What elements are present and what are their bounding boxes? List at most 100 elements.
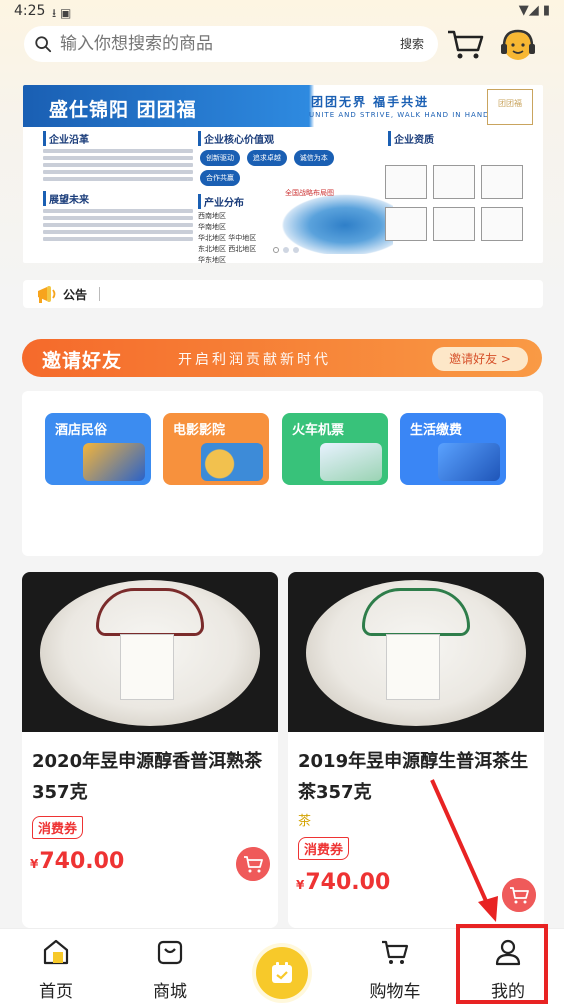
- nav-cart-label: 购物车: [369, 982, 421, 1002]
- invite-subtitle: 开启利润贡献新时代: [178, 352, 331, 368]
- airplane-icon: [320, 443, 382, 481]
- nav-mine-label: 我的: [491, 982, 525, 1002]
- coupon-badge: 消费券: [298, 837, 350, 860]
- value-chip: 合作共赢: [200, 170, 240, 186]
- nav-mall-label: 商城: [153, 982, 187, 1002]
- search-button[interactable]: 搜索: [400, 35, 424, 52]
- product-title: 2020年昱申源醇香普洱熟茶357克: [32, 751, 263, 803]
- notice-divider: [99, 287, 101, 301]
- certificate-image: [385, 165, 427, 199]
- banner-dot: [293, 247, 299, 253]
- certificate-image: [385, 207, 427, 241]
- banner-map-label: 全国战略布局图: [285, 189, 334, 197]
- certificate-images: [385, 165, 535, 255]
- banner-future-title: 展望未来: [43, 191, 193, 206]
- nav-mall[interactable]: 商城: [130, 937, 210, 1002]
- status-time: 4:25: [14, 3, 46, 19]
- price-value: 740.00: [39, 849, 125, 874]
- region-label: 华东地区: [198, 256, 226, 263]
- service-train-flight[interactable]: 火车机票: [282, 413, 388, 485]
- calendar-check-icon: [272, 962, 292, 983]
- shopping-bag-icon: [157, 940, 183, 965]
- currency-symbol: ¥: [30, 857, 39, 871]
- product-card[interactable]: 2019年昱申源醇生普洱茶生茶357克 茶 消费券 ¥740.00: [288, 572, 544, 928]
- coupon-badge: 消费券: [32, 816, 84, 839]
- banner-history-column: 企业沿革 展望未来: [43, 131, 193, 244]
- invite-friends-banner[interactable]: 邀请好友 开启利润贡献新时代 邀请好友 >: [22, 339, 542, 377]
- nav-mine[interactable]: 我的: [468, 937, 548, 1002]
- certificate-image: [481, 207, 523, 241]
- banner-dot: [273, 247, 279, 253]
- status-bar: 4:25 ⭳ ▣ ▼◢ ▮: [0, 0, 564, 24]
- service-hotel[interactable]: 酒店民俗: [45, 413, 151, 485]
- search-box[interactable]: 搜索: [24, 26, 438, 62]
- banner-history-title: 企业沿革: [43, 131, 193, 146]
- service-label: 电影影院: [173, 423, 226, 438]
- user-icon: [495, 939, 521, 966]
- value-chip: 追求卓越: [246, 150, 287, 166]
- nav-home-label: 首页: [39, 982, 73, 1002]
- tea-crest-graphic: [362, 588, 470, 636]
- tea-crest-graphic: [96, 588, 204, 636]
- invite-title: 邀请好友: [42, 350, 123, 372]
- status-notification-icons: ⭳ ▣: [52, 6, 72, 20]
- china-map-graphic: [273, 190, 393, 254]
- price-value: 740.00: [305, 870, 391, 895]
- banner-qualification-column: 企业资质: [388, 131, 434, 148]
- certificate-image: [433, 207, 475, 241]
- product-title: 2019年昱申源醇生普洱茶生茶357克: [298, 751, 529, 803]
- wallet-icon: [438, 443, 500, 481]
- nav-cart[interactable]: 购物车: [355, 937, 435, 1002]
- nav-home[interactable]: 首页: [16, 937, 96, 1002]
- nav-center-button[interactable]: [256, 947, 308, 999]
- search-icon: [35, 36, 52, 53]
- hotel-illustration-icon: [83, 443, 145, 481]
- home-icon: [43, 939, 69, 965]
- notice-bar[interactable]: 公告: [23, 280, 543, 308]
- banner-value-chips: 创新驱动 追求卓越 诚信为本 合作共赢: [198, 148, 378, 188]
- search-row: 搜索: [24, 26, 544, 64]
- product-tag: 茶: [298, 814, 312, 829]
- tea-label-graphic: [386, 634, 440, 700]
- currency-symbol: ¥: [296, 878, 305, 892]
- banner-slogan: 团团无界 福手共进: [311, 95, 430, 109]
- product-image: [288, 572, 544, 732]
- product-card[interactable]: 2020年昱申源醇香普洱熟茶357克 消费券 ¥740.00: [22, 572, 278, 928]
- value-chip: 创新驱动: [200, 150, 240, 166]
- service-label: 酒店民俗: [55, 423, 108, 438]
- banner-header: 盛仕锦阳 团团福 团团无界 福手共进 UNITE AND STRIVE, WAL…: [23, 85, 543, 127]
- service-label: 火车机票: [292, 423, 345, 438]
- value-chip: 诚信为本: [293, 150, 334, 166]
- film-reel-icon: [201, 443, 263, 481]
- notice-label: 公告: [63, 287, 88, 302]
- service-utilities[interactable]: 生活缴费: [400, 413, 506, 485]
- certificate-image: [433, 165, 475, 199]
- status-signal-battery-icons: ▼◢ ▮: [518, 3, 550, 18]
- bottom-navigation: 首页 商城 购物车 我的: [0, 928, 564, 1004]
- banner-text-lines: [43, 149, 193, 181]
- product-image: [22, 572, 278, 732]
- service-label: 生活缴费: [410, 423, 463, 438]
- company-logo: 团团福: [487, 89, 533, 125]
- logo-text: 团团福: [498, 99, 522, 108]
- banner-dot: [283, 247, 289, 253]
- add-to-cart-icon[interactable]: [502, 878, 536, 912]
- megaphone-icon: [38, 286, 56, 303]
- shopping-cart-icon[interactable]: [446, 28, 486, 62]
- promo-banner[interactable]: 盛仕锦阳 团团福 团团无界 福手共进 UNITE AND STRIVE, WAL…: [23, 85, 543, 263]
- service-grid: 酒店民俗 电影影院 火车机票 生活缴费: [22, 391, 543, 556]
- add-to-cart-icon[interactable]: [236, 847, 270, 881]
- banner-text-lines: [43, 209, 193, 241]
- tea-label-graphic: [120, 634, 174, 700]
- banner-values-title: 企业核心价值观: [198, 131, 378, 146]
- certificate-image: [481, 165, 523, 199]
- banner-pagination: [273, 247, 299, 253]
- invite-friends-button[interactable]: 邀请好友 >: [432, 347, 528, 371]
- search-input[interactable]: [60, 34, 380, 54]
- service-cinema[interactable]: 电影影院: [163, 413, 269, 485]
- banner-qualification-title: 企业资质: [388, 131, 434, 146]
- banner-slogan-en: UNITE AND STRIVE, WALK HAND IN HAND: [309, 111, 490, 119]
- cart-icon: [382, 940, 409, 964]
- banner-title: 盛仕锦阳 团团福: [49, 99, 197, 121]
- customer-service-icon[interactable]: [498, 26, 538, 64]
